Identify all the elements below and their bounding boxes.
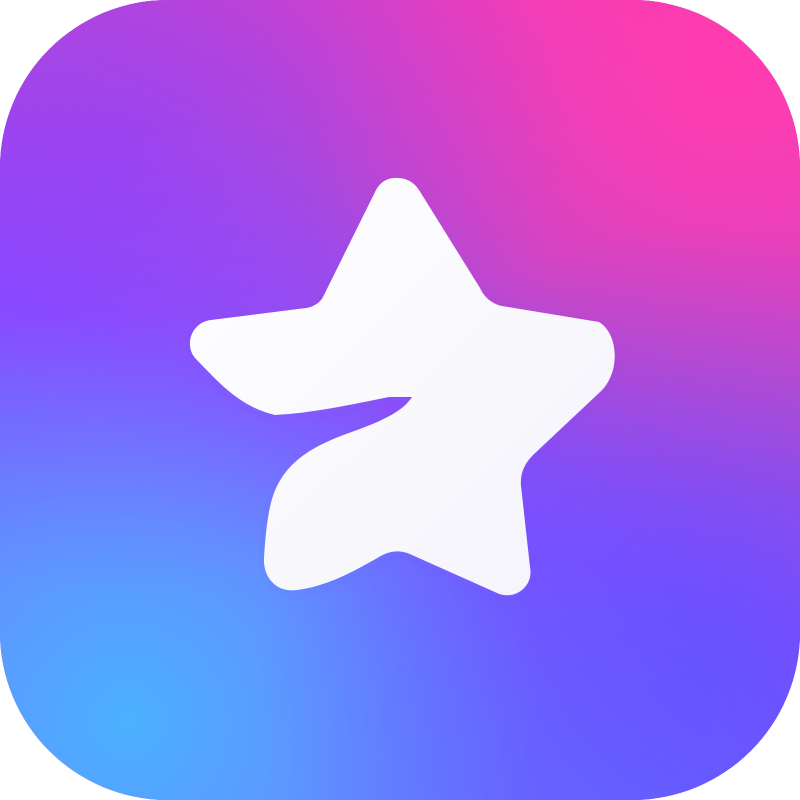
star-icon [189, 177, 615, 596]
app-icon-tile [0, 0, 800, 800]
canvas [0, 0, 800, 800]
star-shape [189, 177, 615, 596]
